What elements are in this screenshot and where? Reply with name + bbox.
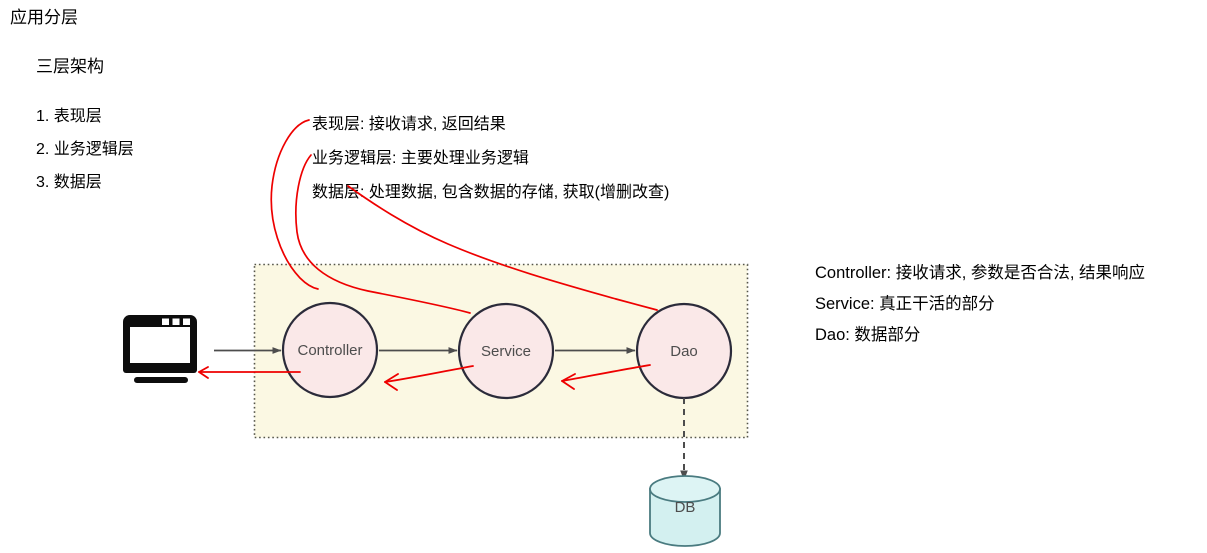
legend-dao: Dao: 数据部分	[815, 326, 921, 344]
layer-list-item-1: 1. 表现层	[36, 108, 102, 125]
node-service: Service	[457, 302, 555, 400]
layer-list-item-3: 3. 数据层	[36, 174, 102, 191]
browser-window-icon	[123, 315, 197, 383]
red-arrow-dao-to-service	[561, 364, 651, 382]
layer-list: 1. 表现层 2. 业务逻辑层 3. 数据层	[36, 100, 134, 199]
node-controller-label: Controller	[297, 342, 362, 359]
annotation-presentation-layer: 表现层: 接收请求, 返回结果	[312, 116, 506, 133]
database-cylinder: DB	[649, 475, 721, 547]
subtitle: 三层架构	[36, 57, 104, 76]
layer-list-item-2: 2. 业务逻辑层	[36, 141, 134, 158]
layer-annotations: 表现层: 接收请求, 返回结果 业务逻辑层: 主要处理业务逻辑 数据层: 处理数…	[312, 108, 669, 210]
red-arrowhead-service	[561, 373, 576, 390]
node-dao-label: Dao	[670, 343, 698, 360]
red-link-presentation-to-controller	[270, 119, 319, 290]
red-arrow-service-to-controller	[384, 365, 474, 383]
annotation-business-layer: 业务逻辑层: 主要处理业务逻辑	[312, 150, 529, 167]
annotation-data-layer: 数据层: 处理数据, 包含数据的存储, 获取(增删改查)	[312, 184, 670, 201]
legend-controller: Controller: 接收请求, 参数是否合法, 结果响应	[815, 264, 1146, 282]
node-controller: Controller	[281, 301, 379, 399]
red-arrowhead-client	[198, 366, 209, 379]
three-tier-container	[253, 263, 749, 439]
red-arrowhead-controller	[384, 373, 399, 391]
legend-service: Service: 真正干活的部分	[815, 295, 995, 313]
component-legend: Controller: 接收请求, 参数是否合法, 结果响应 Service: …	[815, 258, 1145, 351]
page-title: 应用分层	[10, 8, 78, 27]
database-label: DB	[675, 499, 696, 516]
node-service-label: Service	[481, 343, 531, 360]
node-dao: Dao	[635, 302, 733, 400]
